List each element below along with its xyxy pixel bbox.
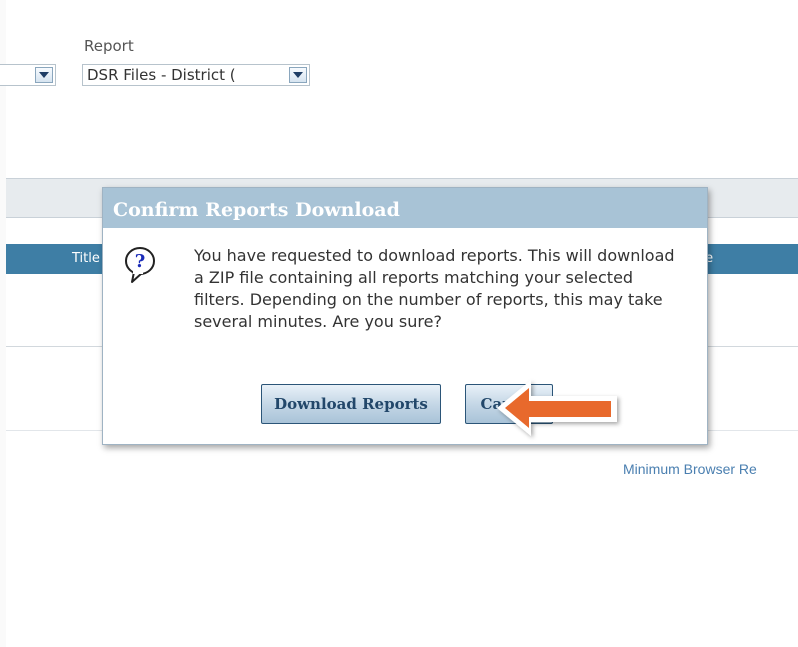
page: Report DSR Files - District ( Title ate … [0, 0, 798, 647]
column-header-title[interactable]: Title [72, 251, 100, 266]
download-reports-button[interactable]: Download Reports [261, 384, 441, 424]
report-label: Report [84, 37, 134, 55]
previous-filter-select[interactable] [0, 64, 56, 86]
report-select-value: DSR Files - District ( [87, 66, 236, 84]
dialog-message: You have requested to download reports. … [194, 246, 675, 331]
dialog-titlebar[interactable]: Confirm Reports Download [103, 188, 707, 228]
chevron-down-icon[interactable] [35, 67, 53, 83]
minimum-browser-link[interactable]: Minimum Browser Re [623, 461, 757, 477]
left-edge [0, 0, 6, 647]
question-bubble-icon: ? [125, 247, 155, 283]
report-select[interactable]: DSR Files - District ( [82, 64, 310, 86]
arrow-left-icon [497, 380, 617, 436]
svg-text:?: ? [135, 251, 146, 272]
chevron-down-icon[interactable] [289, 67, 307, 83]
dialog-title: Confirm Reports Download [113, 199, 400, 221]
